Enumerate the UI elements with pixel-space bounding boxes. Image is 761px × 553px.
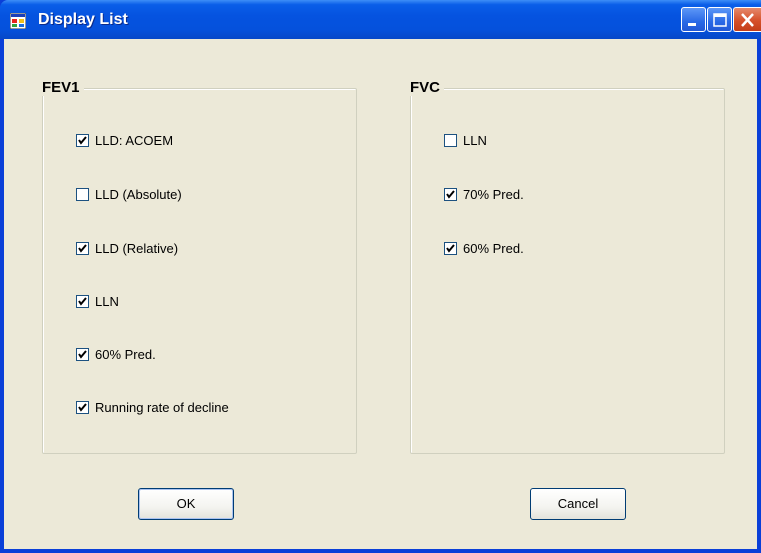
checkbox-label: LLN	[463, 133, 487, 148]
window-title: Display List	[38, 11, 128, 28]
checkbox-label: Running rate of decline	[95, 400, 229, 415]
dialog-window: Display List FEV1 LLD: ACOEM LLD (Absolu…	[0, 0, 761, 553]
checkmark-icon	[78, 136, 87, 145]
checkmark-icon	[78, 244, 87, 253]
ok-button[interactable]: OK	[138, 488, 234, 520]
fvc-option-60-pred[interactable]: 60% Pred.	[444, 241, 524, 256]
checkbox-label: LLN	[95, 294, 119, 309]
checkbox-label: LLD: ACOEM	[95, 133, 174, 148]
maximize-button[interactable]	[707, 7, 732, 32]
app-window-icon	[9, 12, 27, 30]
close-icon	[741, 13, 754, 27]
checkbox[interactable]	[76, 348, 89, 361]
checkbox[interactable]	[76, 134, 89, 147]
window-bottom-border	[0, 549, 761, 553]
fev1-option-lld-acoem[interactable]: LLD: ACOEM	[76, 133, 173, 148]
fvc-option-70-pred[interactable]: 70% Pred.	[444, 187, 524, 202]
checkbox[interactable]	[76, 242, 89, 255]
fev1-option-lln[interactable]: LLN	[76, 294, 119, 309]
dialog-content: FEV1 LLD: ACOEM LLD (Absolute) LLD (Rela…	[4, 39, 757, 549]
fev1-group-title: FEV1	[42, 79, 84, 96]
fev1-option-60-pred[interactable]: 60% Pred.	[76, 347, 156, 362]
checkbox-label: 70% Pred.	[463, 187, 524, 202]
checkbox[interactable]	[76, 295, 89, 308]
checkmark-icon	[446, 244, 455, 253]
checkmark-icon	[78, 350, 87, 359]
maximize-icon	[713, 13, 727, 27]
fvc-group-title: FVC	[410, 79, 444, 96]
checkbox[interactable]	[444, 134, 457, 147]
fvc-groupbox: FVC LLN 70% Pred. 60% Pred.	[410, 79, 725, 454]
checkbox-label: LLD (Relative)	[95, 241, 179, 256]
minimize-icon	[688, 23, 696, 26]
minimize-button[interactable]	[681, 7, 706, 32]
checkbox[interactable]	[76, 401, 89, 414]
checkbox-label: 60% Pred.	[463, 241, 524, 256]
fev1-option-lld-relative[interactable]: LLD (Relative)	[76, 241, 178, 256]
cancel-button[interactable]: Cancel	[530, 488, 626, 520]
fev1-option-lld-absolute[interactable]: LLD (Absolute)	[76, 187, 182, 202]
close-button[interactable]	[733, 7, 761, 32]
checkbox-label: 60% Pred.	[95, 347, 156, 362]
checkbox[interactable]	[444, 242, 457, 255]
checkbox[interactable]	[444, 188, 457, 201]
checkmark-icon	[446, 190, 455, 199]
fev1-option-running-rate[interactable]: Running rate of decline	[76, 400, 229, 415]
fvc-option-lln[interactable]: LLN	[444, 133, 487, 148]
checkmark-icon	[78, 403, 87, 412]
checkbox-label: LLD (Absolute)	[95, 187, 182, 202]
checkbox[interactable]	[76, 188, 89, 201]
fev1-groupbox: FEV1 LLD: ACOEM LLD (Absolute) LLD (Rela…	[42, 79, 357, 454]
checkmark-icon	[78, 297, 87, 306]
title-bar[interactable]: Display List	[0, 0, 761, 39]
